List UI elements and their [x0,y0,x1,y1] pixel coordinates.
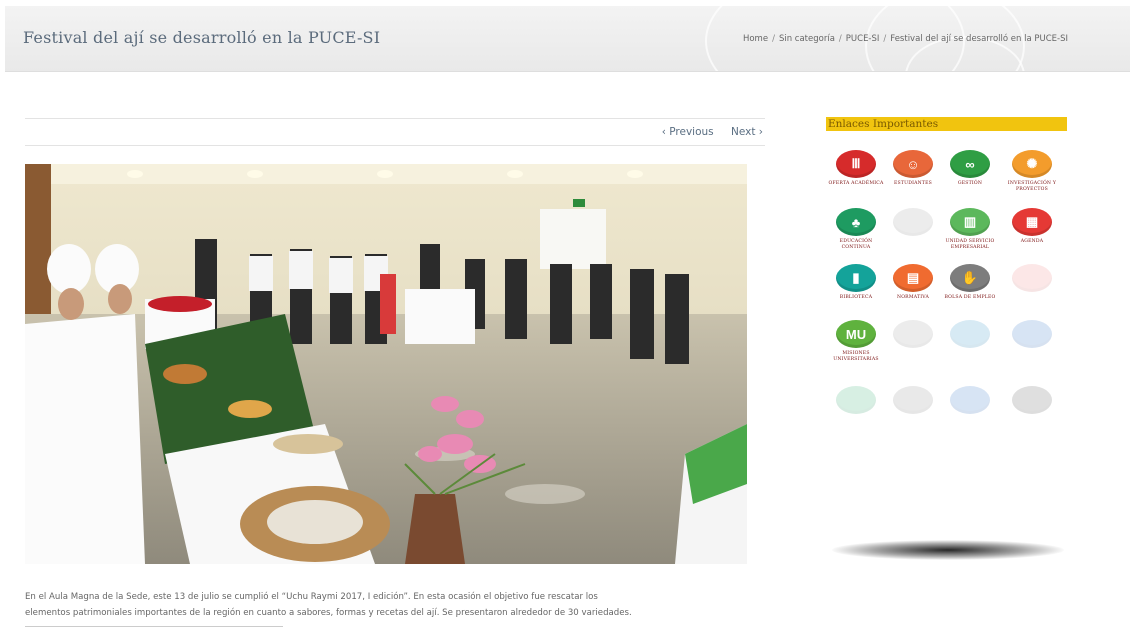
post-navigation: ‹ Previous Next › [25,118,765,146]
sidebar-shadow [832,540,1064,560]
sidebar-link-agenda[interactable]: ▦ Agenda [1002,208,1062,245]
calendar-icon: ▦ [1012,208,1052,236]
mu-logo-icon: MU [836,320,876,348]
sidebar-link-faded-17[interactable] [883,386,943,417]
sidebar-link-faded-13[interactable] [883,320,943,351]
faded-icon [950,386,990,414]
sidebar-link-faded-18[interactable] [940,386,1000,417]
article-caption: En el Aula Magna de la Sede, este 13 de … [25,589,765,621]
sidebar-link-label: Oferta Académica [828,181,884,186]
page-header: Festival del ají se desarrolló en la PUC… [5,6,1130,72]
sidebar-link-investigaci-n-y-proyectos[interactable]: ✺ Investigación y Proyectos [1002,150,1062,192]
page-title: Festival del ají se desarrolló en la PUC… [23,28,381,47]
sidebar-link-label: Estudiantes [893,181,933,186]
sidebar-link-normativa[interactable]: ▤ Normativa [883,264,943,301]
sidebar-link-faded-15[interactable] [1002,320,1062,351]
faded-icon [893,208,933,236]
group-icon: ♣ [836,208,876,236]
sidebar-link-misiones-universitarias[interactable]: MU Misiones Universitarias [826,320,886,362]
faded-icon [1012,320,1052,348]
sidebar-link-estudiantes[interactable]: ☺ Estudiantes [883,150,943,187]
people-icon: ☺ [893,150,933,178]
caption-line-1: En el Aula Magna de la Sede, este 13 de … [25,592,598,602]
previous-post-link[interactable]: ‹ Previous [662,126,714,138]
sidebar-link-label: Misiones Universitarias [833,351,879,362]
breadcrumb: Home / Sin categoría / PUCE-SI / Festival del … [742,34,1068,44]
sidebar-link-educaci-n-continua[interactable]: ♣ Educación Continua [826,208,886,250]
sidebar-link-faded-5[interactable] [883,208,943,239]
sidebar-link-label: Agenda [1020,239,1044,244]
sidebar-link-oferta-acad-mica[interactable]: Ⅲ Oferta Académica [826,150,886,187]
breadcrumb-current: Festival del ají se desarrolló en la PUC… [890,34,1068,44]
event-photo-illustration [25,164,747,564]
sidebar-link-label: Educación Continua [839,239,873,250]
caption-divider [25,626,283,627]
sidebar-link-faded-11[interactable] [1002,264,1062,295]
sidebar-link-label: Biblioteca [839,295,873,300]
sidebar-link-faded-14[interactable] [940,320,1000,351]
atom-icon: ✺ [1012,150,1052,178]
faded-icon [1012,386,1052,414]
handshake-icon: ✋ [950,264,990,292]
sidebar-link-bolsa-de-empleo[interactable]: ✋ Bolsa de Empleo [940,264,1000,301]
breadcrumb-category[interactable]: Sin categoría [779,34,835,44]
faded-icon [950,320,990,348]
infinity-icon: ∞ [950,150,990,178]
columns-icon: Ⅲ [836,150,876,178]
sidebar-link-faded-16[interactable] [826,386,886,417]
breadcrumb-home[interactable]: Home [743,34,768,44]
faded-icon [836,386,876,414]
sidebar-link-label: Gestión [957,181,983,186]
sidebar-link-faded-19[interactable] [1002,386,1062,417]
sidebar-link-biblioteca[interactable]: ▮ Biblioteca [826,264,886,301]
bar-chart-icon: ▥ [950,208,990,236]
sidebar-link-label: Normativa [896,295,929,300]
faded-icon [1012,264,1052,292]
sidebar-link-label: Bolsa de Empleo [944,295,996,300]
sidebar-link-label: Unidad Servicio Empresarial [945,239,995,250]
sidebar-link-gesti-n[interactable]: ∞ Gestión [940,150,1000,187]
next-post-link[interactable]: Next › [731,126,763,138]
caption-line-2: elementos patrimoniales importantes de l… [25,608,632,618]
sidebar-title: Enlaces Importantes [826,117,1067,131]
sidebar-link-label: Investigación y Proyectos [1007,181,1057,192]
sidebar-link-unidad-servicio-empresarial[interactable]: ▥ Unidad Servicio Empresarial [940,208,1000,250]
faded-icon [893,320,933,348]
breadcrumb-puce-si[interactable]: PUCE-SI [846,34,880,44]
books-icon: ▮ [836,264,876,292]
faded-icon [893,386,933,414]
document-icon: ▤ [893,264,933,292]
event-photo [25,164,747,564]
